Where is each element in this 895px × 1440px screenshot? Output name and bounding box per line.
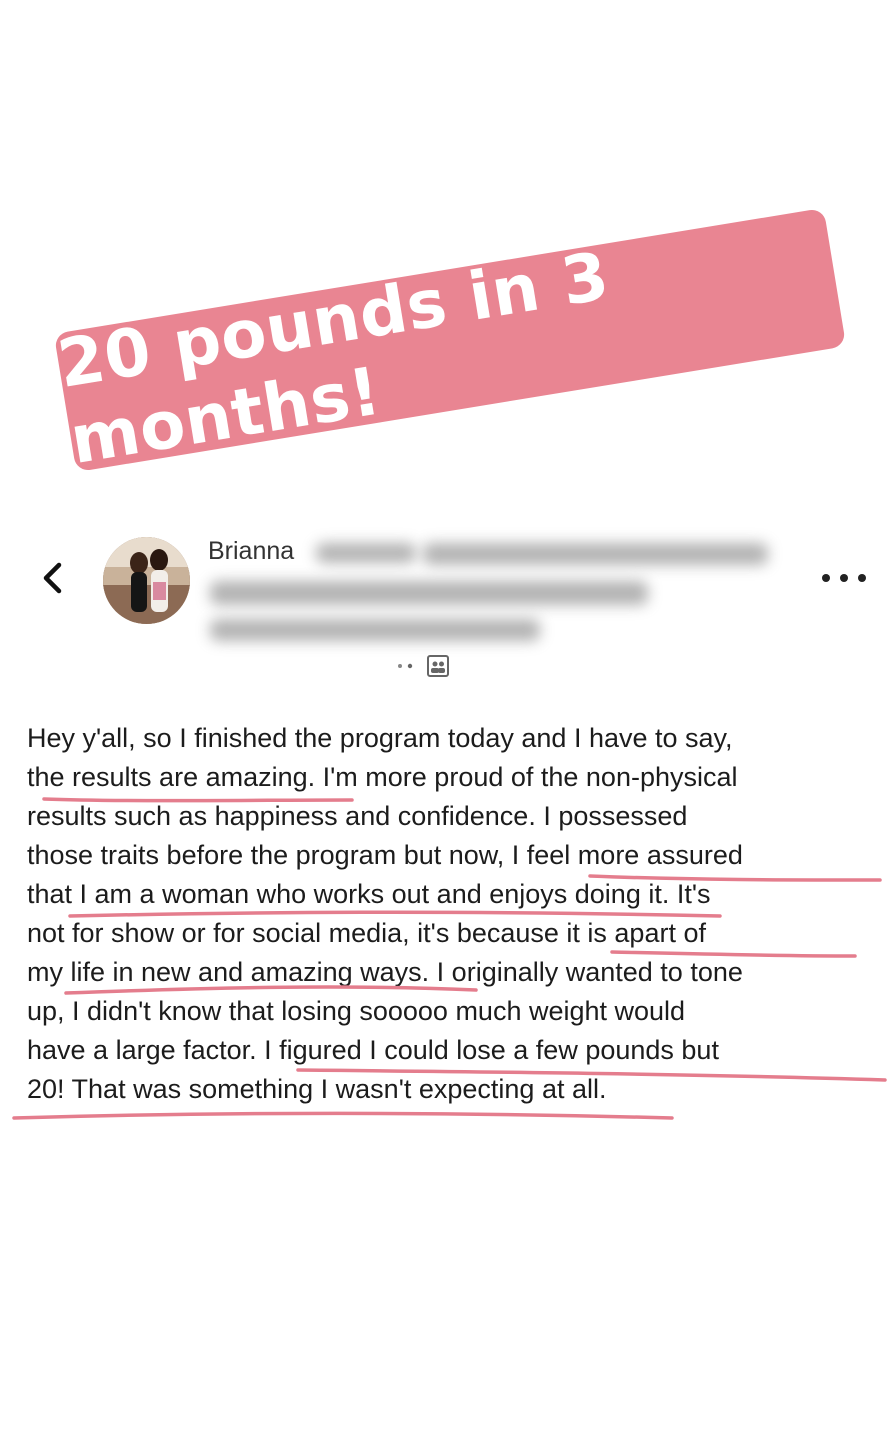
- avatar-photo: [103, 537, 190, 624]
- post-line: results such as happiness and confidence…: [27, 801, 688, 831]
- post-line: my life in new and amazing ways. I origi…: [27, 957, 743, 987]
- headline-text: 20 pounds in 3 months!: [52, 237, 615, 480]
- back-button[interactable]: [34, 556, 70, 600]
- post-body: Hey y'all, so I finished the program tod…: [27, 719, 877, 1109]
- author-name[interactable]: Brianna: [208, 537, 294, 566]
- blurred-group-name: [423, 543, 768, 565]
- audience-icon: [427, 655, 449, 677]
- blurred-group-name-line-3: [210, 619, 540, 641]
- post-author-header[interactable]: Brianna: [208, 537, 783, 649]
- headline-banner: 20 pounds in 3 months!: [53, 207, 847, 479]
- post-line: the results are amazing. I'm more proud …: [27, 762, 738, 792]
- post-line: have a large factor. I figured I could l…: [27, 1035, 719, 1065]
- more-options-button[interactable]: [822, 568, 866, 588]
- blurred-group-name-line-2: [210, 581, 648, 605]
- chevron-left-icon: [43, 562, 62, 594]
- post-line: those traits before the program but now,…: [27, 840, 743, 870]
- underline-stroke: [12, 1111, 674, 1120]
- blurred-author-surname: [316, 543, 416, 563]
- post-line: not for show or for social media, it's b…: [27, 918, 706, 948]
- dot-separator-icon: [398, 663, 413, 669]
- post-meta: [396, 652, 450, 680]
- post-line: 20! That was something I wasn't expectin…: [27, 1074, 607, 1104]
- post-line: up, I didn't know that losing sooooo muc…: [27, 996, 686, 1026]
- post-line: Hey y'all, so I finished the program tod…: [27, 723, 733, 753]
- more-horizontal-icon: [822, 574, 830, 582]
- avatar[interactable]: [103, 537, 190, 624]
- post-line: that I am a woman who works out and enjo…: [27, 879, 711, 909]
